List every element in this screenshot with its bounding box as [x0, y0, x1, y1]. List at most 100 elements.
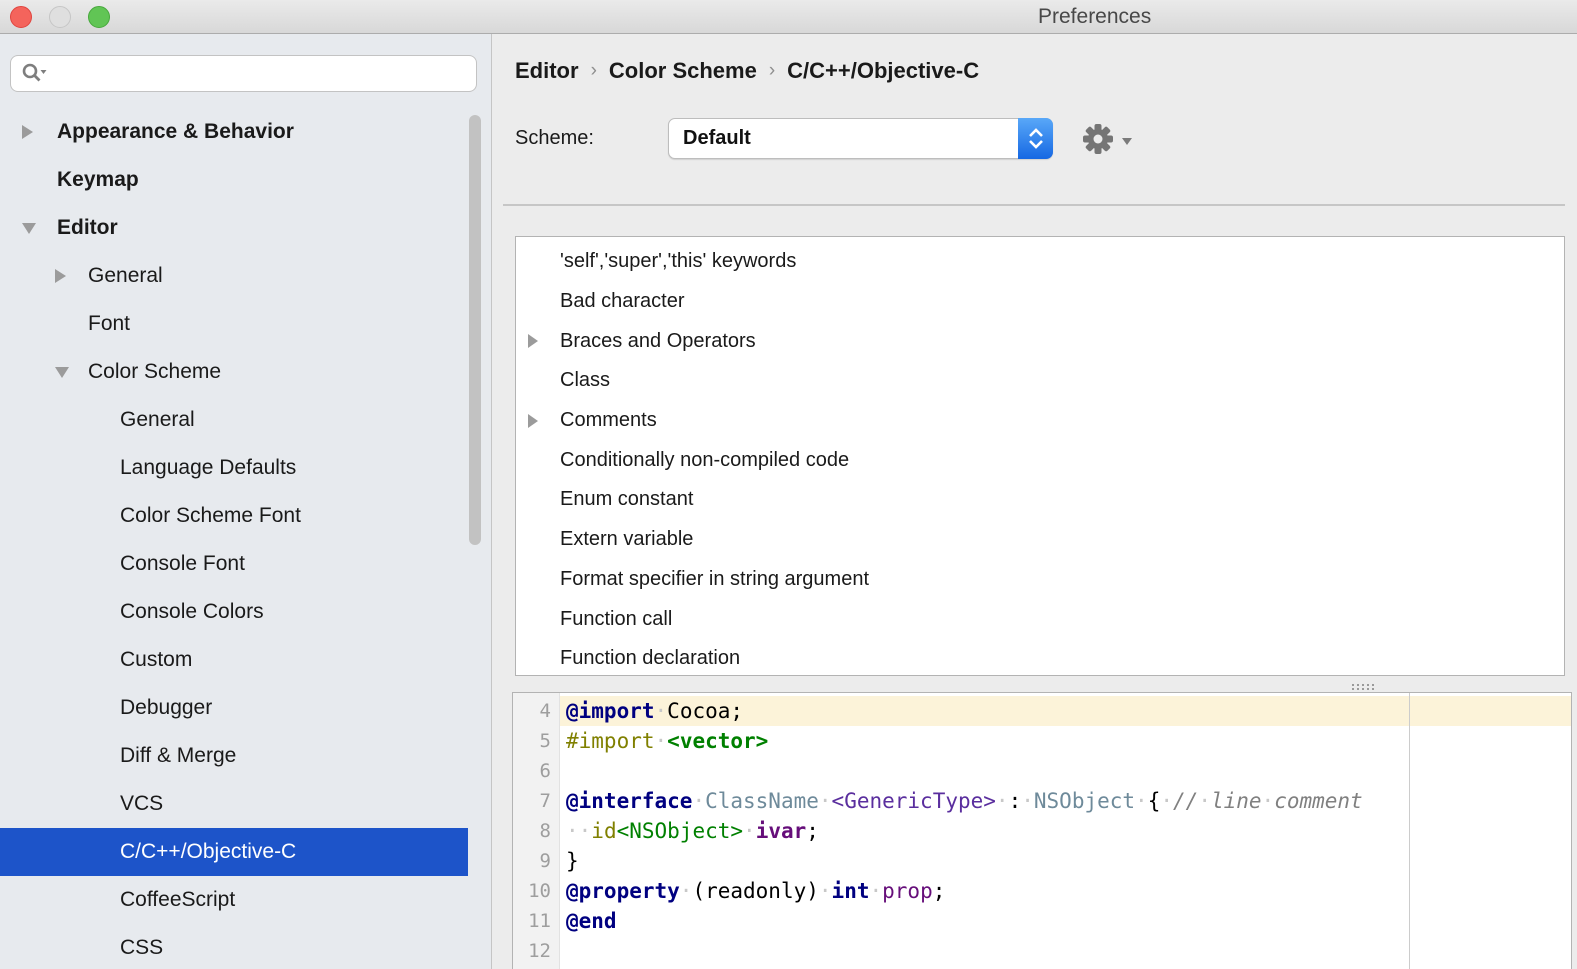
sidebar-item-c-c-objective-c[interactable]: C/C++/Objective-C	[0, 828, 468, 876]
breadcrumb-item-editor[interactable]: Editor	[515, 58, 579, 84]
sidebar-item-keymap[interactable]: Keymap	[0, 156, 492, 204]
attributes-list: 'self','super','this' keywords Bad charac…	[515, 236, 1565, 676]
chevron-right-icon[interactable]	[55, 269, 66, 283]
sidebar-item-color-scheme[interactable]: Color Scheme	[0, 348, 492, 396]
attribute-item-self-super-this-keywords[interactable]: 'self','super','this' keywords	[516, 242, 1564, 282]
line-number: 5	[513, 726, 560, 756]
zoom-button[interactable]	[88, 6, 110, 28]
attribute-item-bad-character[interactable]: Bad character	[516, 282, 1564, 322]
code-token: <GenericType>	[832, 789, 996, 813]
sidebar-item-editor[interactable]: Editor	[0, 204, 492, 252]
right-margin-guide	[1409, 693, 1410, 969]
code-token: <NSObject>	[617, 819, 743, 843]
code-text: #import·<vector>	[560, 726, 1571, 756]
sidebar-scrollbar[interactable]	[469, 115, 481, 545]
attribute-item-label: 'self','super','this' keywords	[560, 250, 796, 273]
attribute-item-conditionally-non-compiled-code[interactable]: Conditionally non-compiled code	[516, 440, 1564, 480]
scheme-dropdown[interactable]: Default	[668, 118, 1053, 159]
code-token: @interface	[566, 789, 692, 813]
code-text	[560, 936, 1571, 966]
sidebar-item-general[interactable]: General	[0, 396, 492, 444]
sidebar-item-vcs[interactable]: VCS	[0, 780, 492, 828]
splitter-grip-icon[interactable]	[1352, 684, 1354, 686]
search-box[interactable]	[10, 55, 477, 92]
scheme-row: Scheme: Default	[515, 118, 594, 158]
sidebar-item-label: VCS	[120, 792, 163, 816]
code-token: #import	[566, 729, 655, 753]
code-token: ·	[996, 789, 1009, 813]
code-token: ·	[869, 879, 882, 903]
sidebar-item-debugger[interactable]: Debugger	[0, 684, 492, 732]
line-number: 12	[513, 936, 560, 966]
section-divider	[503, 204, 1565, 206]
chevron-down-icon[interactable]	[22, 223, 36, 234]
chevron-right-icon[interactable]	[528, 414, 538, 428]
code-token: int	[832, 879, 870, 903]
code-token: ·	[1135, 789, 1148, 813]
code-token: ··	[566, 819, 591, 843]
minimize-button[interactable]	[49, 6, 71, 28]
sidebar-item-custom[interactable]: Custom	[0, 636, 492, 684]
chevron-right-icon[interactable]	[528, 334, 538, 348]
code-text: }	[560, 846, 1571, 876]
sidebar-item-label: Custom	[120, 648, 192, 672]
attribute-item-label: Enum constant	[560, 488, 693, 511]
attribute-item-comments[interactable]: Comments	[516, 401, 1564, 441]
code-text: @interface·ClassName·<GenericType>·:·NSO…	[560, 786, 1571, 816]
sidebar-item-console-colors[interactable]: Console Colors	[0, 588, 492, 636]
breadcrumb-separator: ›	[591, 60, 597, 82]
sidebar-item-label: Color Scheme Font	[120, 504, 301, 528]
code-token: comment	[1274, 789, 1363, 813]
attribute-item-function-declaration[interactable]: Function declaration	[516, 639, 1564, 676]
scheme-label: Scheme:	[515, 127, 594, 150]
line-number: 6	[513, 756, 560, 786]
code-text	[560, 756, 1571, 786]
attribute-item-extern-variable[interactable]: Extern variable	[516, 520, 1564, 560]
code-token: @import	[566, 699, 655, 723]
dropdown-stepper-icon[interactable]	[1018, 118, 1053, 159]
scheme-actions-button[interactable]	[1079, 120, 1132, 158]
code-preview[interactable]: 4@import·Cocoa;5#import·<vector>67@inter…	[512, 692, 1572, 969]
sidebar-item-coffeescript[interactable]: CoffeeScript	[0, 876, 492, 924]
settings-panel: Editor › Color Scheme › C/C++/Objective-C Sc…	[492, 34, 1577, 969]
sidebar-item-label: Editor	[57, 216, 118, 240]
sidebar-item-label: General	[120, 408, 195, 432]
chevron-down-icon[interactable]	[55, 367, 69, 378]
line-number: 9	[513, 846, 560, 876]
line-number: 7	[513, 786, 560, 816]
attribute-item-enum-constant[interactable]: Enum constant	[516, 480, 1564, 520]
sidebar-item-appearance-behavior[interactable]: Appearance & Behavior	[0, 108, 492, 156]
chevron-right-icon[interactable]	[22, 125, 33, 139]
code-token: ·	[655, 699, 668, 723]
sidebar-item-label: CSS	[120, 936, 163, 960]
code-token: ·	[819, 879, 832, 903]
breadcrumb-separator: ›	[769, 60, 775, 82]
attribute-item-format-specifier-in-string-argument[interactable]: Format specifier in string argument	[516, 560, 1564, 600]
code-token: line	[1211, 789, 1262, 813]
sidebar-item-css[interactable]: CSS	[0, 924, 492, 969]
attribute-item-label: Extern variable	[560, 528, 693, 551]
close-button[interactable]	[10, 6, 32, 28]
breadcrumb: Editor › Color Scheme › C/C++/Objective-C	[515, 58, 979, 84]
sidebar-item-color-scheme-font[interactable]: Color Scheme Font	[0, 492, 492, 540]
search-input[interactable]	[51, 59, 476, 89]
sidebar-item-general[interactable]: General	[0, 252, 492, 300]
sidebar-item-label: Diff & Merge	[120, 744, 236, 768]
attribute-item-function-call[interactable]: Function call	[516, 599, 1564, 639]
code-token: ClassName	[705, 789, 819, 813]
code-token: @property	[566, 879, 680, 903]
code-token: ·	[1160, 789, 1173, 813]
breadcrumb-item-c-c-objective-c[interactable]: C/C++/Objective-C	[787, 58, 979, 84]
sidebar-item-console-font[interactable]: Console Font	[0, 540, 492, 588]
sidebar-item-font[interactable]: Font	[0, 300, 492, 348]
code-text: @import·Cocoa;	[560, 696, 1571, 726]
sidebar-item-diff-merge[interactable]: Diff & Merge	[0, 732, 492, 780]
code-text: ··id<NSObject>·ivar;	[560, 816, 1571, 846]
attribute-item-class[interactable]: Class	[516, 361, 1564, 401]
sidebar-item-language-defaults[interactable]: Language Defaults	[0, 444, 492, 492]
sidebar-tree: Appearance & Behavior Keymap Editor General…	[0, 108, 492, 969]
sidebar-item-label: Appearance & Behavior	[57, 120, 294, 144]
breadcrumb-item-color-scheme[interactable]: Color Scheme	[609, 58, 757, 84]
code-token: NSObject	[1034, 789, 1135, 813]
attribute-item-braces-and-operators[interactable]: Braces and Operators	[516, 321, 1564, 361]
